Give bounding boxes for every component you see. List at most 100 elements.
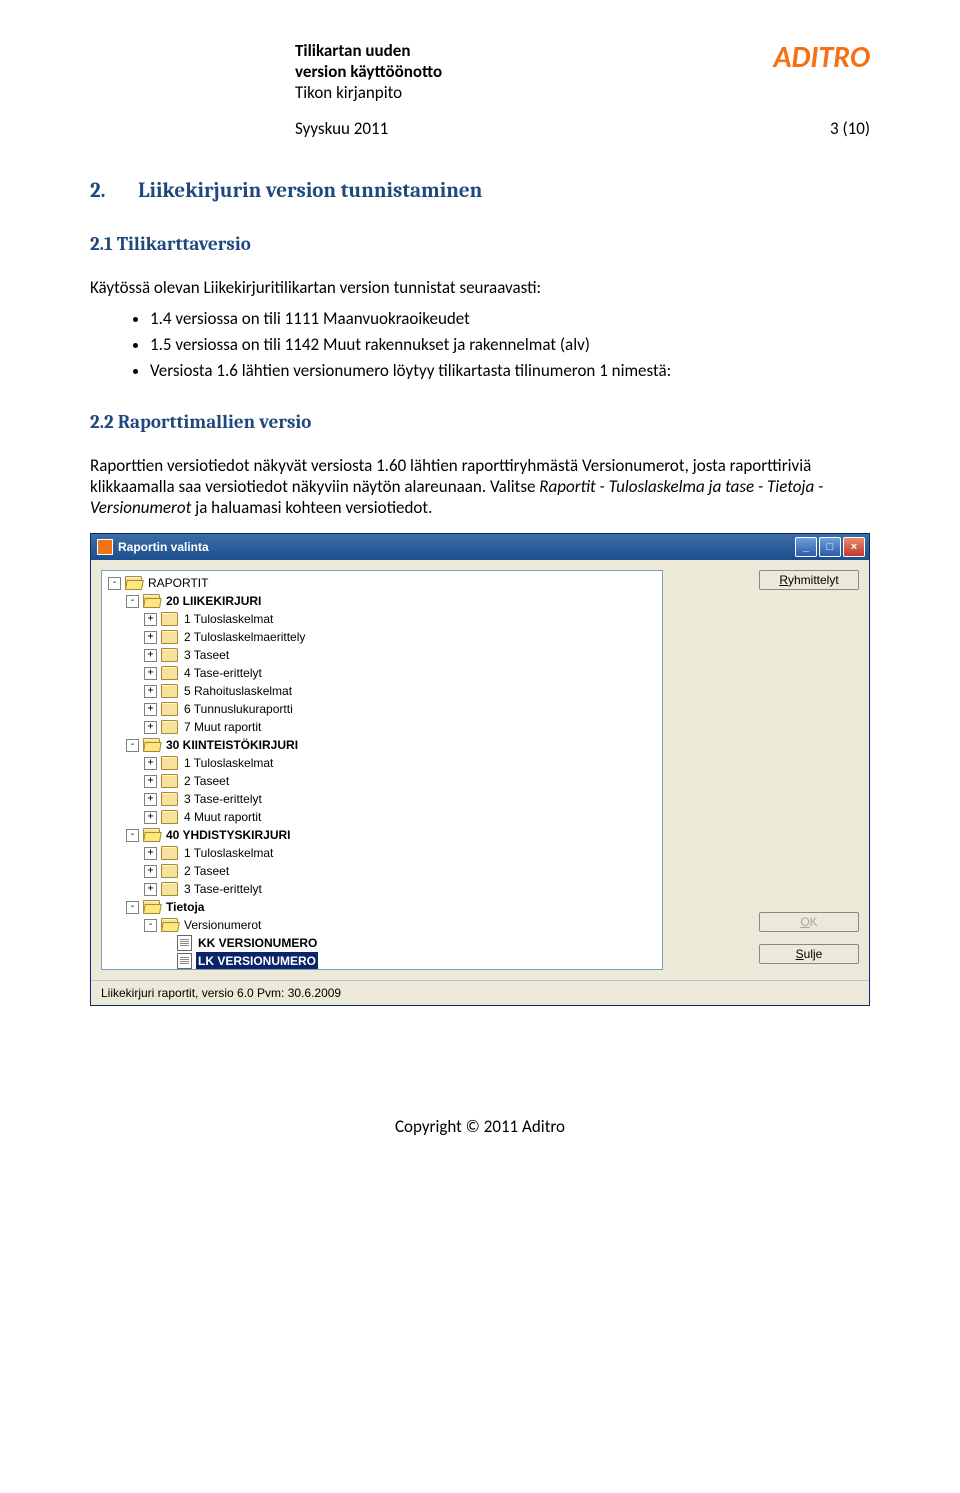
folder-icon xyxy=(161,756,178,770)
tree-item[interactable]: +2 Taseet xyxy=(102,862,662,880)
section-2-title: Liikekirjurin version tunnistaminen xyxy=(138,179,482,203)
ryhmittelyt-label: yhmittelyt xyxy=(788,573,839,587)
collapse-icon[interactable]: - xyxy=(126,595,139,608)
report-tree[interactable]: -RAPORTIT-20 LIIKEKIRJURI+1 Tuloslaskelm… xyxy=(101,570,663,970)
expand-icon[interactable]: + xyxy=(144,883,157,896)
window-title: Raportin valinta xyxy=(118,540,209,554)
section-2-heading: 2. Liikekirjurin version tunnistaminen xyxy=(90,179,870,203)
collapse-icon[interactable]: - xyxy=(126,901,139,914)
expand-icon[interactable]: + xyxy=(144,865,157,878)
tree-item[interactable]: - Tietoja xyxy=(102,898,662,916)
document-icon xyxy=(177,935,192,951)
bullet-item: 1.5 versiossa on tili 1142 Muut rakennuk… xyxy=(150,334,870,355)
tree-item[interactable]: +3 Tase-erittelyt xyxy=(102,790,662,808)
bullet-item: 1.4 versiossa on tili 1111 Maanvuokraoik… xyxy=(150,308,870,329)
window-close-button[interactable]: × xyxy=(843,537,865,557)
expand-icon[interactable]: + xyxy=(144,847,157,860)
tree-item-label: KK VERSIONUMERO xyxy=(196,934,319,952)
expand-icon[interactable]: + xyxy=(144,631,157,644)
para-2-2: Raporttien versiotiedot näkyvät versiost… xyxy=(90,455,870,518)
tree-item[interactable]: +7 Muut raportit xyxy=(102,718,662,736)
window-titlebar[interactable]: Raportin valinta _ □ × xyxy=(91,534,869,560)
tree-item[interactable]: +1 Tuloslaskelmat xyxy=(102,610,662,628)
tree-item-label: Tietoja xyxy=(164,898,206,916)
tree-item[interactable]: -40 YHDISTYSKIRJURI xyxy=(102,826,662,844)
collapse-icon[interactable]: - xyxy=(144,919,157,932)
window-maximize-button[interactable]: □ xyxy=(819,537,841,557)
section-2-2-heading: 2.2 Raporttimallien versio xyxy=(90,411,870,433)
tree-item[interactable]: +3 Tase-erittelyt xyxy=(102,880,662,898)
tree-item[interactable]: LK VERSIONUMERO xyxy=(102,952,662,970)
document-icon xyxy=(177,953,192,969)
tree-item[interactable]: +1 Tuloslaskelmat xyxy=(102,754,662,772)
folder-icon xyxy=(161,882,178,896)
expand-icon[interactable]: + xyxy=(144,811,157,824)
tree-item[interactable]: - 30 KIINTEISTÖKIRJURI xyxy=(102,736,662,754)
header-title-1: Tilikartan uuden xyxy=(295,40,442,61)
folder-icon xyxy=(161,864,178,878)
toggle-spacer xyxy=(162,938,173,949)
app-icon xyxy=(97,539,113,555)
header-page: 3 (10) xyxy=(830,118,870,139)
tree-item[interactable]: +2 Tuloslaskelmaerittely xyxy=(102,628,662,646)
section-2-1-num: 2.1 xyxy=(90,233,113,255)
ryhmittelyt-button[interactable]: Ryhmittelyt xyxy=(759,570,859,590)
ok-button[interactable]: OK xyxy=(759,912,859,932)
tree-item[interactable]: - RAPORTIT xyxy=(102,574,662,592)
tree-item[interactable]: KK VERSIONUMERO xyxy=(102,934,662,952)
collapse-icon[interactable]: - xyxy=(108,577,121,590)
folder-icon xyxy=(161,846,178,860)
tree-item-label: 1 Tuloslaskelmat xyxy=(182,610,275,628)
tree-item-label: 20 LIIKEKIRJURI xyxy=(164,592,263,610)
tree-item-label: 3 Tase-erittelyt xyxy=(182,880,264,898)
expand-icon[interactable]: + xyxy=(144,685,157,698)
para-2-1-intro: Käytössä olevan Liikekirjuritilikartan v… xyxy=(90,277,870,298)
tree-item-label: 30 KIINTEISTÖKIRJURI xyxy=(164,736,300,754)
expand-icon[interactable]: + xyxy=(144,757,157,770)
tree-item[interactable]: +4 Muut raportit xyxy=(102,808,662,826)
status-bar: Liikekirjuri raportit, versio 6.0 Pvm: 3… xyxy=(91,980,869,1005)
tree-item[interactable]: -Versionumerot xyxy=(102,916,662,934)
expand-icon[interactable]: + xyxy=(144,649,157,662)
folder-open-icon xyxy=(125,576,142,590)
tree-item-label: 5 Rahoituslaskelmat xyxy=(182,682,294,700)
raportin-valinta-window: Raportin valinta _ □ × -RAPORTIT-20 LIIK… xyxy=(90,533,870,1006)
folder-icon xyxy=(161,792,178,806)
tree-item[interactable]: +2 Taseet xyxy=(102,772,662,790)
folder-icon xyxy=(161,810,178,824)
sulje-label-rest: ulje xyxy=(804,947,823,961)
toggle-spacer xyxy=(162,956,173,967)
folder-open-icon xyxy=(143,738,160,752)
folder-open-icon xyxy=(161,918,178,932)
expand-icon[interactable]: + xyxy=(144,793,157,806)
expand-icon[interactable]: + xyxy=(144,721,157,734)
collapse-icon[interactable]: - xyxy=(126,739,139,752)
window-minimize-button[interactable]: _ xyxy=(795,537,817,557)
folder-icon xyxy=(161,612,178,626)
tree-item-label: 1 Tuloslaskelmat xyxy=(182,844,275,862)
para-2-2-c: ja haluamasi kohteen versiotiedot. xyxy=(195,497,432,518)
expand-icon[interactable]: + xyxy=(144,667,157,680)
tree-item-label: 2 Taseet xyxy=(182,862,231,880)
expand-icon[interactable]: + xyxy=(144,775,157,788)
tree-item-label: RAPORTIT xyxy=(146,574,210,592)
tree-item[interactable]: +4 Tase-erittelyt xyxy=(102,664,662,682)
tree-item[interactable]: - 20 LIIKEKIRJURI xyxy=(102,592,662,610)
folder-icon xyxy=(161,702,178,716)
tree-item[interactable]: +6 Tunnuslukuraportti xyxy=(102,700,662,718)
expand-icon[interactable]: + xyxy=(144,613,157,626)
tree-item-label: 4 Muut raportit xyxy=(182,808,263,826)
bullet-item: Versiosta 1.6 lähtien versionumero löyty… xyxy=(150,360,870,381)
aditro-logo: ADITRO xyxy=(773,40,870,73)
ok-label-rest: K xyxy=(810,915,818,929)
folder-icon xyxy=(161,666,178,680)
tree-item-label: 3 Tase-erittelyt xyxy=(182,790,264,808)
tree-item-label: 1 Tuloslaskelmat xyxy=(182,754,275,772)
sulje-button[interactable]: Sulje xyxy=(759,944,859,964)
tree-item[interactable]: +1 Tuloslaskelmat xyxy=(102,844,662,862)
tree-item[interactable]: +5 Rahoituslaskelmat xyxy=(102,682,662,700)
tree-item[interactable]: +3 Taseet xyxy=(102,646,662,664)
collapse-icon[interactable]: - xyxy=(126,829,139,842)
tree-item-label: 2 Tuloslaskelmaerittely xyxy=(182,628,307,646)
expand-icon[interactable]: + xyxy=(144,703,157,716)
